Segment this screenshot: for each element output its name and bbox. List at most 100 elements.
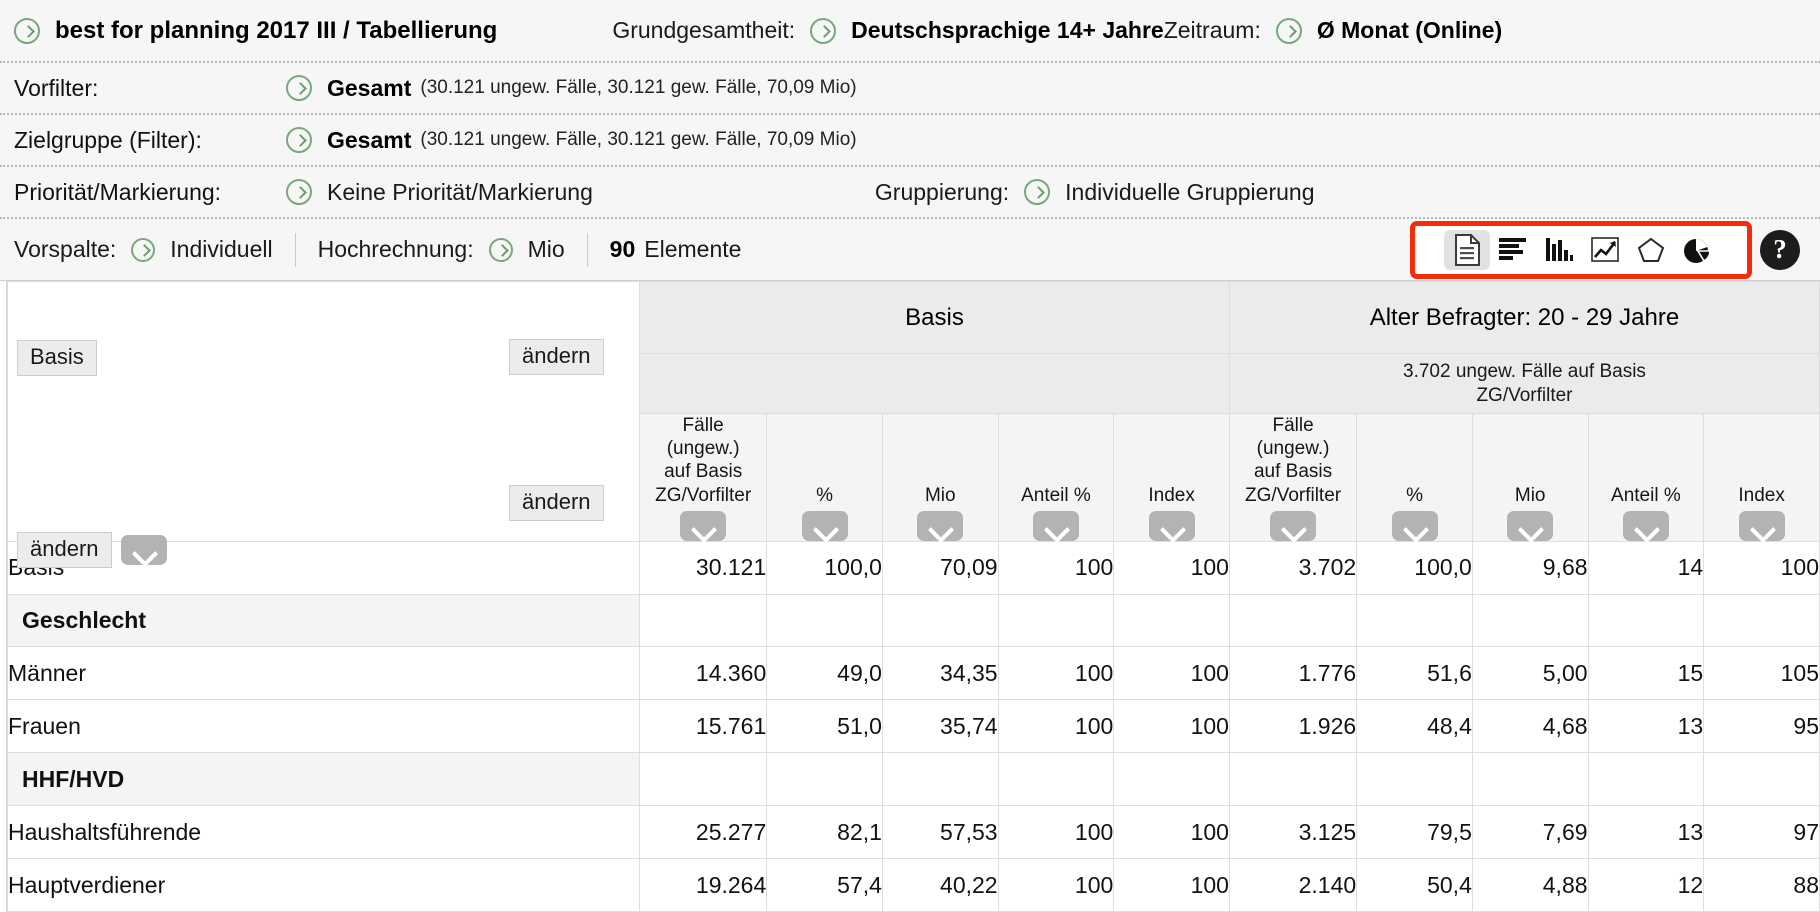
table-cell — [1356, 593, 1473, 648]
report-header: best for planning 2017 III / Tabellierun… — [0, 0, 1820, 281]
view-mode-highlight-box — [1410, 220, 1752, 279]
basis-button[interactable]: Basis — [17, 340, 97, 376]
table-cell — [1703, 593, 1820, 648]
column-dropdown-icon[interactable] — [680, 510, 727, 541]
line-chart-icon[interactable] — [1582, 230, 1628, 270]
zielgruppe-chevron-icon[interactable] — [286, 127, 312, 153]
table-cell — [1587, 752, 1705, 807]
vorfilter-value[interactable]: Gesamt — [327, 75, 411, 102]
column-header-faelle-alter[interactable]: Fälle (ungew.) auf Basis ZG/Vorfilter — [1228, 413, 1358, 542]
vorspalte-dropdown-icon[interactable] — [120, 535, 167, 565]
col-cap-line: ZG/Vorfilter — [1245, 484, 1342, 506]
zeitraum-chevron-icon[interactable] — [1275, 17, 1302, 44]
elemente-count: 90 — [609, 236, 636, 262]
column-dropdown-icon[interactable] — [1391, 510, 1438, 541]
column-header-anteil-alter[interactable]: Anteil % — [1587, 413, 1705, 542]
hochrechnung-value[interactable]: Mio — [528, 236, 565, 263]
aendern-button-vorspalte[interactable]: ändern — [17, 532, 112, 568]
vorfilter-chevron-icon[interactable] — [286, 75, 312, 101]
table-cell: 14 — [1587, 540, 1705, 595]
table-cell: 2.140 — [1228, 858, 1358, 912]
column-dropdown-icon[interactable] — [801, 510, 848, 541]
row-label[interactable]: Geschlecht — [6, 593, 641, 648]
table-cell — [1587, 593, 1705, 648]
prioritaet-value[interactable]: Keine Priorität/Markierung — [327, 179, 593, 206]
header-row-zielgruppe: Zielgruppe (Filter): Gesamt (30.121 unge… — [0, 115, 1820, 167]
column-group-subtitle-alter: 3.702 ungew. Fälle auf Basis ZG/Vorfilte… — [1228, 353, 1820, 414]
column-header-anteil-basis[interactable]: Anteil % — [997, 413, 1115, 542]
column-header-prozent-basis[interactable]: % — [766, 413, 883, 542]
table-cell: 105 — [1703, 646, 1820, 701]
table-section-row: Geschlecht — [6, 593, 1820, 648]
table-cell: 19.264 — [639, 858, 768, 912]
zeitraum-value[interactable]: Ø Monat (Online) — [1317, 17, 1502, 44]
column-dropdown-icon[interactable] — [1032, 510, 1079, 541]
table-row: Hauptverdiener 19.264 57,4 40,22 100 100 2.140… — [6, 858, 1820, 912]
table-section-row: HHF/HVD — [6, 752, 1820, 807]
help-icon[interactable]: ? — [1760, 229, 1800, 270]
column-header-faelle-basis[interactable]: Fälle (ungew.) auf Basis ZG/Vorfilter — [639, 413, 768, 542]
prioritaet-chevron-icon[interactable] — [286, 179, 312, 205]
vorspalte-chevron-icon[interactable] — [131, 237, 156, 262]
column-header-index-basis[interactable]: Index — [1113, 413, 1230, 542]
table-cell: 34,35 — [881, 646, 999, 701]
zielgruppe-value[interactable]: Gesamt — [327, 127, 411, 154]
table-cell: 14.360 — [639, 646, 768, 701]
grundgesamtheit-value[interactable]: Deutschsprachige 14+ Jahre — [851, 17, 1164, 44]
vorspalte-value[interactable]: Individuell — [170, 236, 272, 263]
column-group-title-basis: Basis — [639, 281, 1230, 354]
vorfilter-detail: (30.121 ungew. Fälle, 30.121 gew. Fälle,… — [420, 77, 857, 98]
column-group-title-alter: Alter Befragter: 20 - 29 Jahre — [1228, 281, 1820, 354]
hochrechnung-label: Hochrechnung: — [317, 236, 474, 262]
aendern-button-basis[interactable]: ändern — [509, 339, 604, 375]
table-cell — [639, 593, 768, 648]
horizontal-bar-chart-icon[interactable] — [1490, 230, 1536, 270]
table-cell: 7,69 — [1471, 805, 1589, 860]
table-cell — [1228, 593, 1358, 648]
column-header-mio-basis[interactable]: Mio — [881, 413, 999, 542]
pie-chart-icon[interactable] — [1674, 230, 1720, 270]
study-chevron-icon[interactable] — [14, 17, 40, 44]
column-dropdown-icon[interactable] — [917, 510, 964, 541]
vertical-bar-chart-icon[interactable] — [1536, 230, 1582, 270]
column-header-prozent-alter[interactable]: % — [1356, 413, 1473, 542]
col-cap-line: Anteil % — [1611, 484, 1681, 506]
column-header-mio-alter[interactable]: Mio — [1471, 413, 1589, 542]
row-label[interactable]: Frauen — [6, 699, 641, 754]
table-body: Basis30.121100,070,091001003.702100,09,6… — [6, 540, 1820, 912]
table-cell: 100 — [1113, 699, 1230, 754]
table-cell: 57,4 — [766, 858, 883, 912]
column-group-subtitle-basis — [639, 353, 1230, 414]
column-dropdown-icon[interactable] — [1148, 510, 1195, 541]
aendern-button-rows[interactable]: ändern — [509, 485, 604, 521]
column-dropdown-icon[interactable] — [1622, 510, 1669, 541]
table-cell: 48,4 — [1356, 699, 1473, 754]
column-dropdown-icon[interactable] — [1507, 510, 1554, 541]
table-cell: 57,53 — [881, 805, 999, 860]
results-table-container: Basis ändern ändern ändern Basis Alter B… — [0, 281, 1820, 912]
table-cell: 35,74 — [881, 699, 999, 754]
gruppierung-chevron-icon[interactable] — [1024, 179, 1051, 205]
table-cell: 51,0 — [766, 699, 883, 754]
table-cell: 100 — [1113, 540, 1230, 595]
row-label[interactable]: Männer — [6, 646, 641, 701]
grundgesamtheit-chevron-icon[interactable] — [810, 17, 837, 44]
column-dropdown-icon[interactable] — [1738, 510, 1785, 541]
hochrechnung-chevron-icon[interactable] — [488, 237, 513, 262]
table-cell: 50,4 — [1356, 858, 1473, 912]
table-cell — [1113, 752, 1230, 807]
vorfilter-label: Vorfilter: — [14, 74, 99, 101]
table-cell — [766, 752, 883, 807]
row-label[interactable]: Hauptverdiener — [6, 858, 641, 912]
table-cell — [766, 593, 883, 648]
row-label[interactable]: Haushaltsführende — [6, 805, 641, 860]
column-header-index-alter[interactable]: Index — [1703, 413, 1820, 542]
study-title: best for planning 2017 III / Tabellierun… — [55, 16, 498, 44]
row-label[interactable]: HHF/HVD — [6, 752, 641, 807]
gruppierung-value[interactable]: Individuelle Gruppierung — [1065, 179, 1314, 206]
table-view-icon[interactable] — [1444, 229, 1490, 270]
zielgruppe-label: Zielgruppe (Filter): — [14, 126, 202, 153]
radar-chart-icon[interactable] — [1628, 230, 1674, 270]
column-group-row: Basis ändern ändern ändern Basis Alter B… — [6, 281, 1820, 568]
column-dropdown-icon[interactable] — [1270, 510, 1317, 541]
